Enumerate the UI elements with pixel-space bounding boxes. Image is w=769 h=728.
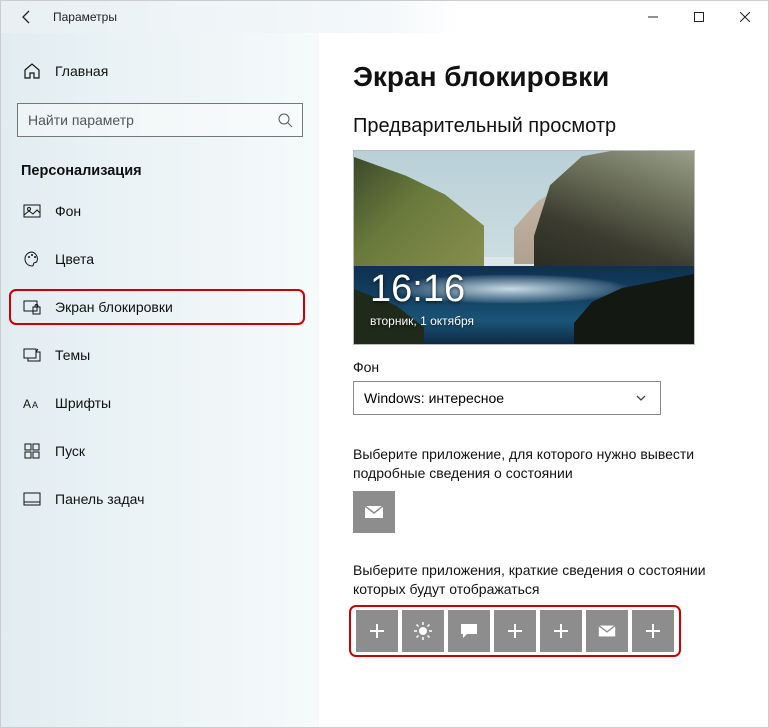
svg-text:A: A bbox=[32, 400, 38, 410]
nav-themes[interactable]: Темы bbox=[17, 335, 303, 375]
quick-status-row bbox=[353, 607, 677, 655]
maximize-button[interactable] bbox=[676, 1, 722, 33]
taskbar-icon bbox=[23, 490, 41, 508]
preview-clock: 16:16 bbox=[370, 270, 465, 308]
page-heading: Экран блокировки bbox=[353, 61, 734, 93]
search-input[interactable]: Найти параметр bbox=[17, 103, 303, 137]
search-placeholder: Найти параметр bbox=[28, 112, 134, 128]
plus-icon bbox=[552, 622, 570, 640]
chevron-down-icon bbox=[632, 389, 650, 407]
detailed-status-label: Выберите приложение, для которого нужно … bbox=[353, 445, 723, 483]
chat-icon bbox=[459, 621, 479, 641]
nav-item-label: Шрифты bbox=[55, 395, 111, 411]
quick-status-tile-messages[interactable] bbox=[448, 610, 490, 652]
nav-lockscreen[interactable]: Экран блокировки bbox=[17, 287, 303, 327]
plus-icon bbox=[368, 622, 386, 640]
svg-text:A: A bbox=[23, 397, 31, 411]
minimize-button[interactable] bbox=[630, 1, 676, 33]
nav-home[interactable]: Главная bbox=[17, 51, 303, 91]
background-label: Фон bbox=[353, 359, 734, 375]
home-icon bbox=[23, 62, 41, 80]
nav-item-label: Экран блокировки bbox=[55, 299, 173, 315]
detailed-status-app-tile[interactable] bbox=[353, 491, 395, 533]
palette-icon bbox=[23, 250, 41, 268]
lockscreen-icon bbox=[23, 298, 41, 316]
settings-window: Параметры Главная Найти параметр Персона… bbox=[0, 0, 769, 728]
plus-icon bbox=[506, 622, 524, 640]
nav-home-label: Главная bbox=[55, 63, 108, 79]
nav-colors[interactable]: Цвета bbox=[17, 239, 303, 279]
quick-status-tile-add[interactable] bbox=[494, 610, 536, 652]
main-content: Экран блокировки Предварительный просмот… bbox=[319, 33, 768, 727]
nav-taskbar[interactable]: Панель задач bbox=[17, 479, 303, 519]
quick-status-tile-add[interactable] bbox=[356, 610, 398, 652]
quick-status-label: Выберите приложения, краткие сведения о … bbox=[353, 561, 723, 599]
sidebar: Главная Найти параметр Персонализация Фо… bbox=[1, 33, 319, 727]
nav-item-label: Фон bbox=[55, 203, 81, 219]
nav-fonts[interactable]: AA Шрифты bbox=[17, 383, 303, 423]
nav-item-label: Пуск bbox=[55, 443, 85, 459]
lockscreen-preview: 16:16 вторник, 1 октября bbox=[353, 150, 695, 345]
sun-icon bbox=[413, 621, 433, 641]
nav-item-label: Панель задач bbox=[55, 491, 144, 507]
quick-status-tile-mail[interactable] bbox=[586, 610, 628, 652]
nav-start[interactable]: Пуск bbox=[17, 431, 303, 471]
start-icon bbox=[23, 442, 41, 460]
search-icon bbox=[276, 111, 294, 129]
nav-item-label: Темы bbox=[55, 347, 90, 363]
quick-status-tile-weather[interactable] bbox=[402, 610, 444, 652]
preview-label: Предварительный просмотр bbox=[353, 115, 734, 138]
quick-status-tile-add[interactable] bbox=[540, 610, 582, 652]
background-value: Windows: интересное bbox=[364, 390, 504, 406]
titlebar: Параметры bbox=[1, 1, 768, 33]
preview-date: вторник, 1 октября bbox=[370, 314, 474, 328]
nav-background[interactable]: Фон bbox=[17, 191, 303, 231]
quick-status-tile-add[interactable] bbox=[632, 610, 674, 652]
back-button[interactable] bbox=[13, 3, 41, 31]
section-label: Персонализация bbox=[17, 157, 303, 183]
picture-icon bbox=[23, 202, 41, 220]
nav-item-label: Цвета bbox=[55, 251, 94, 267]
window-title: Параметры bbox=[53, 10, 117, 24]
themes-icon bbox=[23, 346, 41, 364]
mail-icon bbox=[363, 501, 385, 523]
close-button[interactable] bbox=[722, 1, 768, 33]
plus-icon bbox=[644, 622, 662, 640]
fonts-icon: AA bbox=[23, 394, 41, 412]
mail-icon bbox=[597, 621, 617, 641]
background-select[interactable]: Windows: интересное bbox=[353, 381, 661, 415]
